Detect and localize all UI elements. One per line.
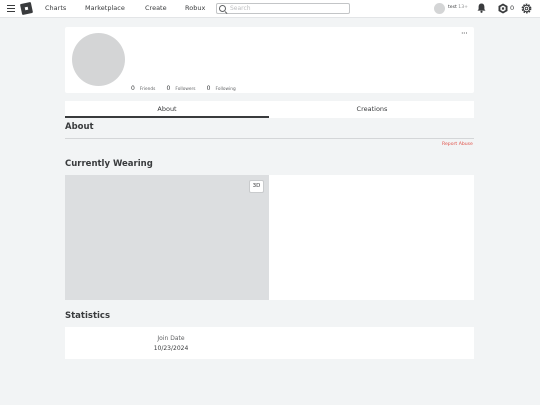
more-options-button[interactable]: ···	[461, 30, 468, 38]
avatar-preview: 3D	[65, 175, 269, 300]
robux-balance[interactable]: 0	[510, 4, 514, 12]
toggle-3d-button[interactable]: 3D	[249, 180, 264, 193]
roblox-logo-icon[interactable]	[19, 1, 34, 16]
join-date-label: Join Date	[157, 335, 185, 342]
join-date-value: 10/23/2024	[153, 345, 189, 352]
notifications-bell-icon[interactable]	[477, 3, 486, 13]
friends-count: 0	[131, 85, 135, 92]
menu-icon[interactable]	[7, 5, 15, 12]
friends-label: Friends	[139, 87, 156, 92]
social-stats-row: 0 Friends 0 Followers 0 Following	[131, 75, 242, 94]
report-abuse-link[interactable]: Report Abuse	[442, 142, 473, 147]
about-divider	[65, 138, 474, 139]
username: test	[448, 5, 457, 10]
followers-label: Followers	[175, 87, 196, 92]
nav-link-create[interactable]: Create	[145, 4, 167, 12]
settings-gear-icon[interactable]	[521, 3, 532, 14]
tab-creations[interactable]: Creations	[270, 101, 474, 118]
following-link[interactable]: 0 Following	[207, 75, 242, 94]
nav-link-charts[interactable]: Charts	[45, 4, 66, 12]
robux-icon[interactable]	[498, 3, 508, 14]
profile-tabs: About Creations	[65, 101, 474, 118]
user-name-label[interactable]: test 13+	[448, 5, 468, 10]
top-navigation-bar: Charts Marketplace Create Robux test 13+…	[0, 0, 540, 18]
following-count: 0	[206, 85, 211, 92]
statistics-panel: Join Date 10/23/2024	[65, 327, 474, 359]
followers-count: 0	[166, 85, 171, 92]
friends-link[interactable]: 0 Friends	[131, 75, 161, 94]
following-label: Following	[215, 87, 236, 92]
tab-about[interactable]: About	[65, 101, 269, 118]
about-heading: About	[65, 122, 94, 132]
nav-link-marketplace[interactable]: Marketplace	[85, 4, 125, 12]
currently-wearing-panel: 3D	[65, 175, 474, 300]
age-badge: 13+	[458, 5, 468, 10]
nav-link-robux[interactable]: Robux	[185, 4, 205, 12]
search-icon[interactable]	[219, 5, 226, 12]
currently-wearing-heading: Currently Wearing	[65, 159, 153, 169]
search-box	[216, 3, 350, 14]
user-avatar[interactable]	[434, 3, 445, 14]
statistics-heading: Statistics	[65, 311, 111, 321]
profile-avatar	[72, 33, 125, 86]
profile-header-card: 0 Friends 0 Followers 0 Following ···	[65, 27, 474, 93]
followers-link[interactable]: 0 Followers	[166, 75, 201, 94]
search-input[interactable]	[230, 4, 340, 13]
